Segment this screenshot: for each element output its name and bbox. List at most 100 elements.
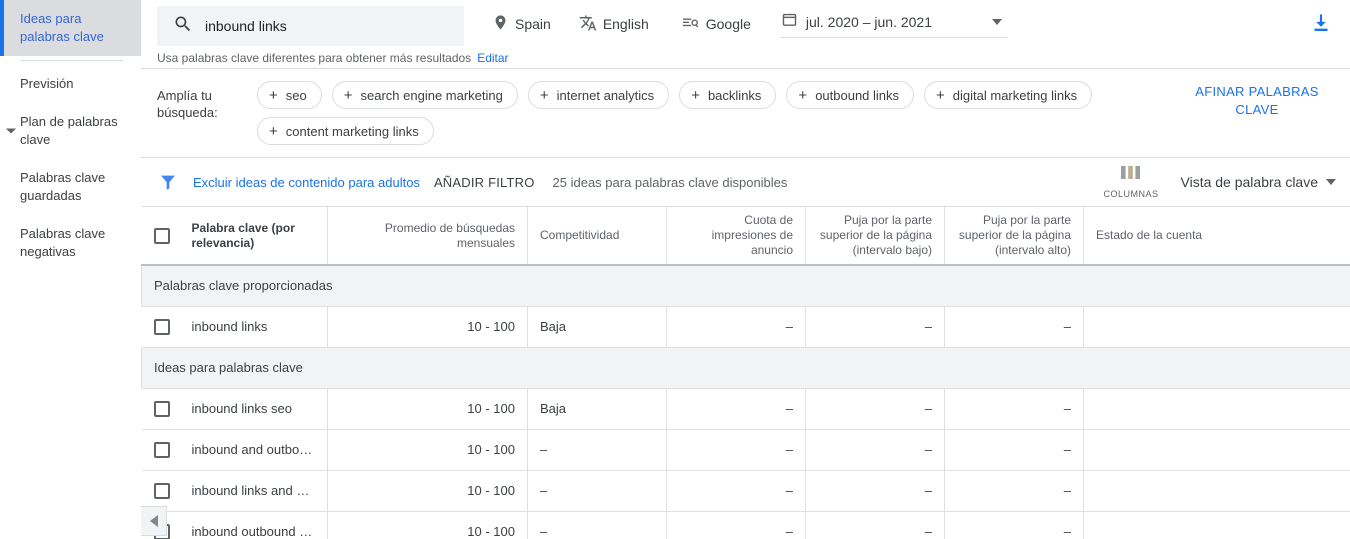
- add-filter-button[interactable]: AÑADIR FILTRO: [434, 175, 535, 190]
- cell-keyword: inbound outbound lin…: [142, 511, 328, 539]
- suggestion-chip[interactable]: + internet analytics: [528, 81, 669, 109]
- group-title: Ideas para palabras clave: [142, 347, 1350, 388]
- date-range-selector[interactable]: jul. 2020 – jun. 2021: [781, 11, 1008, 38]
- suggestion-chip[interactable]: + digital marketing links: [924, 81, 1092, 109]
- download-button[interactable]: [1308, 10, 1336, 38]
- refine-keywords-button[interactable]: AFINAR PALABRAS CLAVE: [1182, 83, 1332, 119]
- expand-search-label: Amplía tu búsqueda:: [157, 81, 257, 121]
- cell-ad-impression-share: –: [667, 429, 806, 470]
- search-query-text: inbound links: [205, 18, 287, 34]
- table-group-header-row: Ideas para palabras clave: [142, 347, 1350, 388]
- suggestion-chip[interactable]: + content marketing links: [257, 117, 434, 145]
- suggestion-chip[interactable]: + outbound links: [786, 81, 914, 109]
- cell-competition: –: [528, 429, 667, 470]
- chevron-down-icon: [1326, 179, 1336, 185]
- sidebar-item-negative-keywords[interactable]: Palabras clave negativas: [0, 215, 141, 271]
- suggestion-chip[interactable]: + seo: [257, 81, 322, 109]
- plus-icon: +: [269, 88, 278, 103]
- cell-ad-impression-share: –: [667, 306, 806, 347]
- sidebar-item-keyword-ideas[interactable]: Ideas para palabras clave: [0, 0, 141, 56]
- column-header-account-status[interactable]: Estado de la cuenta: [1084, 207, 1350, 266]
- cell-keyword: inbound links: [142, 306, 328, 347]
- cell-ad-impression-share: –: [667, 388, 806, 429]
- select-all-checkbox[interactable]: [154, 228, 170, 244]
- chevron-down-icon: [6, 129, 16, 134]
- cell-keyword: inbound links seo: [142, 388, 328, 429]
- column-header-ad-impression-share[interactable]: Cuota de impresiones de anuncio: [667, 207, 806, 266]
- cell-bid-high: –: [945, 470, 1084, 511]
- chip-label: content marketing links: [286, 124, 419, 139]
- row-checkbox[interactable]: [154, 483, 170, 499]
- plus-icon: +: [269, 124, 278, 139]
- table-row[interactable]: inbound links seo 10 - 100 Baja – – –: [142, 388, 1350, 429]
- group-title: Palabras clave proporcionadas: [142, 265, 1350, 306]
- cell-avg-monthly-searches: 10 - 100: [328, 306, 528, 347]
- language-selector[interactable]: English: [579, 14, 649, 35]
- keyword-text: inbound links: [192, 319, 268, 334]
- sidebar-item-keyword-plan[interactable]: Plan de palabras clave: [0, 103, 141, 159]
- column-header-competition[interactable]: Competitividad: [528, 207, 667, 266]
- column-header-top-of-page-bid-low[interactable]: Puja por la parte superior de la página …: [806, 207, 945, 266]
- network-selector[interactable]: Google: [681, 14, 751, 35]
- cell-keyword: inbound links and ou…: [142, 470, 328, 511]
- table-group-header-row: Palabras clave proporcionadas: [142, 265, 1350, 306]
- calendar-icon: [781, 11, 798, 33]
- view-selector[interactable]: Vista de palabra clave: [1181, 174, 1337, 190]
- chip-label: digital marketing links: [953, 88, 1077, 103]
- cell-competition: –: [528, 470, 667, 511]
- column-header-keyword[interactable]: Palabra clave (por relevancia): [142, 207, 328, 266]
- row-checkbox[interactable]: [154, 401, 170, 417]
- cell-avg-monthly-searches: 10 - 100: [328, 429, 528, 470]
- cell-ad-impression-share: –: [667, 511, 806, 539]
- location-pin-icon: [492, 14, 509, 34]
- cell-competition: Baja: [528, 306, 667, 347]
- plus-icon: +: [540, 88, 549, 103]
- chevron-down-icon: [992, 19, 1002, 25]
- scroll-left-button[interactable]: [141, 506, 167, 536]
- edit-link[interactable]: Editar: [477, 51, 508, 65]
- search-hint-row: Usa palabras clave diferentes para obten…: [141, 48, 1350, 68]
- cell-avg-monthly-searches: 10 - 100: [328, 511, 528, 539]
- cell-bid-low: –: [806, 429, 945, 470]
- search-input[interactable]: inbound links: [157, 6, 464, 46]
- cell-bid-high: –: [945, 306, 1084, 347]
- sidebar-item-label: Palabras clave guardadas: [20, 170, 105, 203]
- cell-bid-low: –: [806, 388, 945, 429]
- cell-avg-monthly-searches: 10 - 100: [328, 388, 528, 429]
- cell-account-status: [1084, 429, 1350, 470]
- columns-button[interactable]: COLUMNAS: [1103, 165, 1158, 199]
- cell-account-status: [1084, 306, 1350, 347]
- table-row[interactable]: inbound links and ou… 10 - 100 – – – –: [142, 470, 1350, 511]
- cell-competition: –: [528, 511, 667, 539]
- sidebar-item-label: Ideas para palabras clave: [20, 11, 104, 44]
- translate-icon: [579, 14, 597, 35]
- column-header-avg-monthly-searches[interactable]: Promedio de búsquedas mensuales: [328, 207, 528, 266]
- row-checkbox[interactable]: [154, 442, 170, 458]
- chip-label: seo: [286, 88, 307, 103]
- filter-funnel-icon[interactable]: [157, 171, 179, 193]
- suggestion-chip[interactable]: + backlinks: [679, 81, 776, 109]
- sidebar-item-label: Previsión: [20, 76, 73, 91]
- suggestion-chip[interactable]: + search engine marketing: [332, 81, 518, 109]
- toolbar-right-group: COLUMNAS Vista de palabra clave: [1103, 158, 1336, 206]
- exclude-adult-content-link[interactable]: Excluir ideas de contenido para adultos: [193, 175, 420, 190]
- table-row[interactable]: inbound links 10 - 100 Baja – – –: [142, 306, 1350, 347]
- main-panel: inbound links Spain English: [141, 0, 1350, 539]
- sidebar-item-forecast[interactable]: Previsión: [0, 65, 141, 103]
- keyword-ideas-table: Palabra clave (por relevancia) Promedio …: [141, 206, 1350, 539]
- cell-account-status: [1084, 470, 1350, 511]
- cell-keyword: inbound and outboun…: [142, 429, 328, 470]
- plus-icon: +: [691, 88, 700, 103]
- location-selector[interactable]: Spain: [492, 14, 551, 34]
- table-row[interactable]: inbound and outboun… 10 - 100 – – – –: [142, 429, 1350, 470]
- table-row[interactable]: inbound outbound lin… 10 - 100 – – – –: [142, 511, 1350, 539]
- sidebar-item-label: Palabras clave negativas: [20, 226, 105, 259]
- sidebar: Ideas para palabras clave Previsión Plan…: [0, 0, 141, 539]
- sidebar-item-saved-keywords[interactable]: Palabras clave guardadas: [0, 159, 141, 215]
- row-checkbox[interactable]: [154, 319, 170, 335]
- table-header: Palabra clave (por relevancia) Promedio …: [142, 207, 1350, 266]
- cell-bid-low: –: [806, 470, 945, 511]
- plus-icon: +: [798, 88, 807, 103]
- column-header-top-of-page-bid-high[interactable]: Puja por la parte superior de la página …: [945, 207, 1084, 266]
- network-label: Google: [706, 16, 751, 32]
